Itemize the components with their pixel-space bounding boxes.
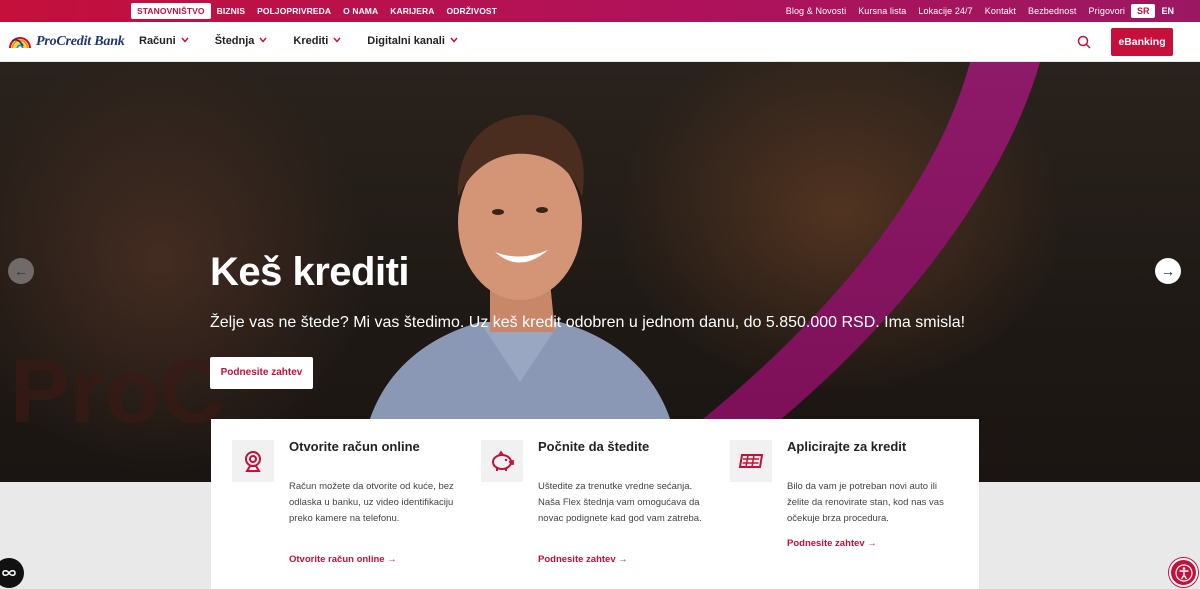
nav-racuni-label: Računi (139, 35, 176, 47)
nav-krediti-label: Krediti (293, 35, 329, 47)
card-link[interactable]: Podnesite zahtev → (538, 554, 628, 565)
card-link-label: Podnesite zahtev (787, 538, 865, 549)
nav-digitalni-kanali[interactable]: Digitalni kanali (367, 35, 458, 47)
segment-odrzivost[interactable]: ODRŽIVOST (441, 3, 504, 19)
logo-text: ProCredit Bank (36, 34, 125, 49)
hero-subtitle: Želje vas ne štede? Mi vas štedimo. Uz k… (210, 314, 966, 331)
search-icon[interactable] (1077, 35, 1091, 49)
piggy-bank-icon (492, 450, 514, 471)
card-apply-credit: Aplicirajte za kredit Bilo da vam je pot… (709, 419, 949, 589)
nav-krediti[interactable]: Krediti (293, 35, 341, 47)
ebanking-button[interactable]: eBanking (1111, 28, 1173, 56)
main-navbar: ProCredit Bank Računi Štednja Krediti Di… (0, 22, 1200, 62)
chevron-down-icon (181, 36, 189, 45)
card-link-label: Podnesite zahtev (538, 554, 616, 565)
nav-digitalni-kanali-label: Digitalni kanali (367, 35, 445, 47)
link-kursna-lista[interactable]: Kursna lista (852, 3, 912, 19)
link-lokacije[interactable]: Lokacije 24/7 (912, 3, 978, 19)
logo[interactable]: ProCredit Bank (8, 32, 125, 52)
cookie-settings-button[interactable] (0, 558, 24, 588)
accessibility-icon (1174, 563, 1193, 582)
hero-title: Keš krediti (210, 250, 410, 294)
webcam-icon (245, 451, 261, 472)
card-text: Račun možete da otvorite od kuće, bez od… (289, 481, 454, 524)
hero-apply-button[interactable]: Podnesite zahtev (210, 357, 313, 389)
segment-stanovnistvo[interactable]: STANOVNIŠTVO (131, 3, 211, 19)
link-kontakt[interactable]: Kontakt (979, 3, 1022, 19)
svg-text:ProC: ProC (10, 342, 225, 442)
card-open-account: Otvorite račun online Račun možete da ot… (211, 419, 454, 589)
lang-sr[interactable]: SR (1130, 4, 1156, 18)
card-title: Aplicirajte za kredit (787, 439, 907, 454)
arrow-right-icon: → (867, 538, 877, 549)
arrow-right-icon: → (618, 554, 628, 565)
rainbow-logo-icon (9, 37, 31, 49)
chevron-down-icon (259, 36, 267, 45)
card-title: Otvorite račun online (289, 439, 420, 454)
card-icon-box (481, 440, 523, 482)
card-icon-box (730, 440, 772, 482)
nav-stednja-label: Štednja (214, 35, 255, 47)
card-title: Počnite da štedite (538, 439, 650, 454)
utility-links: Blog & Novosti Kursna lista Lokacije 24/… (780, 3, 1180, 19)
card-link[interactable]: Podnesite zahtev → (787, 538, 877, 549)
card-link-label: Otvorite račun online (289, 554, 385, 565)
link-bezbednost[interactable]: Bezbednost (1022, 3, 1083, 19)
carousel-next-button[interactable]: → (1155, 258, 1181, 284)
card-icon-box (232, 440, 274, 482)
chevron-down-icon (333, 36, 341, 45)
segment-biznis[interactable]: BIZNIS (211, 3, 251, 19)
segment-o-nama[interactable]: O NAMA (337, 3, 384, 19)
top-bar: STANOVNIŠTVO BIZNIS POLJOPRIVREDA O NAMA… (0, 0, 1200, 22)
card-text: Bilo da vam je potreban novi auto ili že… (787, 481, 944, 524)
feature-cards: Otvorite račun online Račun možete da ot… (211, 419, 979, 589)
nav-menu: Računi Štednja Krediti Digitalni kanali (139, 35, 484, 47)
arrow-right-icon: → (387, 554, 397, 565)
segment-tabs: STANOVNIŠTVO BIZNIS POLJOPRIVREDA O NAMA… (131, 3, 503, 19)
card-link[interactable]: Otvorite račun online → (289, 554, 397, 565)
chevron-down-icon (450, 36, 458, 45)
carousel-prev-button[interactable]: ← (8, 258, 34, 284)
link-blog[interactable]: Blog & Novosti (780, 3, 852, 19)
arrow-right-icon: → (1161, 263, 1175, 279)
nav-stednja[interactable]: Štednja (215, 35, 268, 47)
nav-racuni[interactable]: Računi (139, 35, 189, 47)
banknotes-icon (738, 454, 764, 468)
accessibility-button[interactable] (1169, 558, 1198, 587)
link-prigovori[interactable]: Prigovori (1083, 3, 1131, 19)
card-text: Uštedite za trenutke vredne sećanja. Naš… (538, 481, 702, 524)
segment-poljoprivreda[interactable]: POLJOPRIVREDA (251, 3, 337, 19)
card-start-saving: Počnite da štedite Uštedite za trenutke … (460, 419, 702, 589)
infinity-icon (2, 570, 16, 576)
lang-en[interactable]: EN (1155, 4, 1180, 18)
arrow-left-icon: ← (14, 263, 28, 279)
segment-karijera[interactable]: KARIJERA (384, 3, 440, 19)
